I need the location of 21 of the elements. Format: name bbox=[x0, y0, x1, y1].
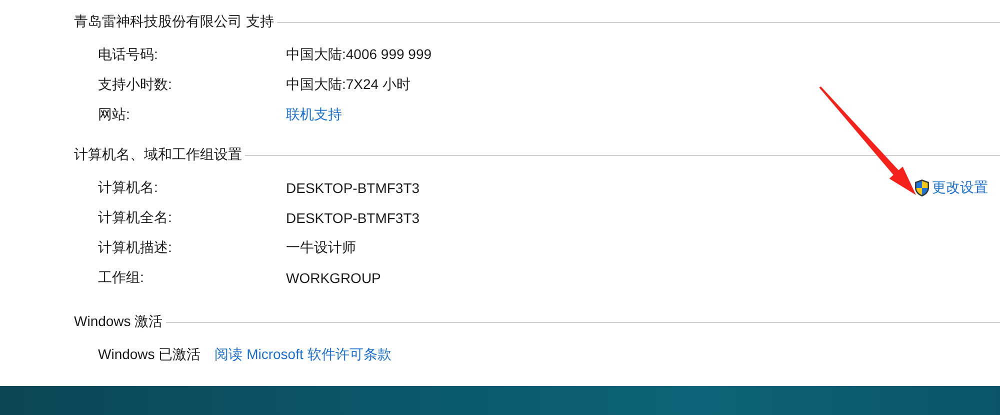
support-link[interactable]: 联机支持 bbox=[286, 106, 342, 124]
field-label: 电话号码: bbox=[98, 46, 159, 64]
section-heading: Windows 激活 bbox=[74, 313, 163, 331]
field-value: DESKTOP-BTMF3T3 bbox=[286, 180, 420, 196]
field-label: 计算机描述: bbox=[98, 239, 173, 257]
field-value: 中国大陆:4006 999 999 bbox=[286, 46, 432, 64]
shield-icon bbox=[914, 179, 930, 197]
section-heading: 计算机名、域和工作组设置 bbox=[74, 146, 242, 164]
field-label: 计算机全名: bbox=[98, 209, 173, 227]
field-label: 支持小时数: bbox=[98, 76, 173, 94]
field-label: 工作组: bbox=[98, 269, 145, 287]
field-label: 计算机名: bbox=[98, 179, 159, 197]
field-value: WORKGROUP bbox=[286, 270, 381, 286]
section-heading: 青岛雷神科技股份有限公司 支持 bbox=[74, 13, 274, 31]
field-value: DESKTOP-BTMF3T3 bbox=[286, 210, 420, 226]
activation-status: Windows 已激活 bbox=[98, 346, 201, 364]
field-value: 中国大陆:7X24 小时 bbox=[286, 76, 410, 94]
field-label: 网站: bbox=[98, 106, 131, 124]
license-terms-link[interactable]: 阅读 Microsoft 软件许可条款 bbox=[214, 346, 392, 364]
change-settings-link[interactable]: 更改设置 bbox=[932, 179, 988, 197]
field-value: 一牛设计师 bbox=[286, 239, 356, 257]
